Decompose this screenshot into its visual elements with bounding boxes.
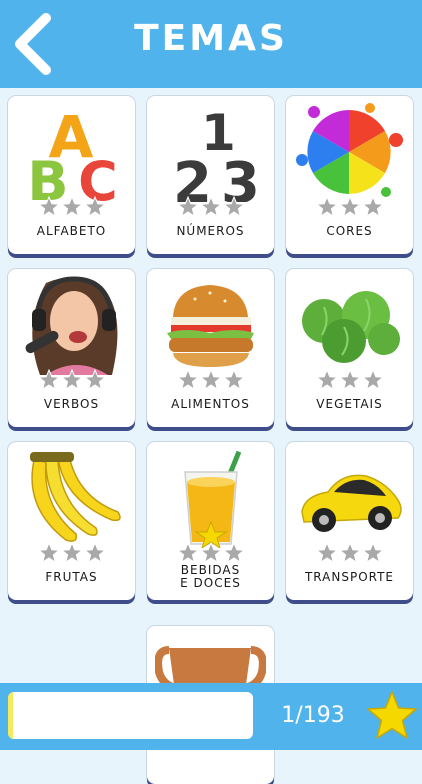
singing-girl-image xyxy=(16,275,127,375)
star-empty-icon xyxy=(176,542,199,564)
star-empty-icon xyxy=(222,369,245,391)
star-rating xyxy=(8,369,135,391)
star-rating xyxy=(286,196,413,218)
juice-glass-image xyxy=(184,450,242,548)
star-empty-icon xyxy=(315,196,338,218)
star-empty-icon xyxy=(361,542,384,564)
star-empty-icon xyxy=(315,542,338,564)
topic-card-numeros[interactable]: 2 1 3 NÚMEROS xyxy=(147,96,274,254)
star-rating xyxy=(8,196,135,218)
topic-label: VERBOS xyxy=(43,397,100,411)
topic-label: CORES xyxy=(326,224,373,238)
star-empty-icon xyxy=(199,542,222,564)
star-icon[interactable] xyxy=(366,690,418,742)
topic-label: VEGETAIS xyxy=(316,397,383,411)
topic-label: TRANSPORTE xyxy=(304,570,395,584)
star-empty-icon xyxy=(83,542,106,564)
color-splash-icon xyxy=(296,103,403,197)
topic-card-bebidas-doces[interactable]: BEBIDAS E DOCES xyxy=(147,442,274,600)
star-rating xyxy=(286,542,413,564)
star-rating xyxy=(286,369,413,391)
star-empty-icon xyxy=(222,196,245,218)
topic-card-alimentos[interactable]: ALIMENTOS xyxy=(147,269,274,427)
svg-text:3: 3 xyxy=(221,151,260,202)
topic-label: NÚMEROS xyxy=(176,224,245,238)
star-rating xyxy=(147,542,274,564)
star-empty-icon xyxy=(199,369,222,391)
star-empty-icon xyxy=(338,196,361,218)
burger-image xyxy=(167,285,254,367)
star-empty-icon xyxy=(315,369,338,391)
star-empty-icon xyxy=(222,542,245,564)
star-rating xyxy=(147,196,274,218)
progress-count: 1/193 xyxy=(281,703,345,728)
star-empty-icon xyxy=(176,369,199,391)
svg-text:B: B xyxy=(27,150,68,202)
star-empty-icon xyxy=(361,369,384,391)
topic-card-alfabeto[interactable]: A B C ALFABETO xyxy=(8,96,135,254)
star-rating xyxy=(8,542,135,564)
numbers-123-icon: 2 1 3 xyxy=(173,104,260,202)
star-empty-icon xyxy=(361,196,384,218)
star-empty-icon xyxy=(338,542,361,564)
topic-card-vegetais[interactable]: VEGETAIS xyxy=(286,269,413,427)
abc-letters-icon: A B C xyxy=(27,103,118,202)
progress-bar xyxy=(8,692,253,739)
star-empty-icon xyxy=(176,196,199,218)
star-empty-icon xyxy=(37,196,60,218)
star-empty-icon xyxy=(60,196,83,218)
star-empty-icon xyxy=(60,369,83,391)
topic-card-verbos[interactable]: VERBOS xyxy=(8,269,135,427)
topic-label: ALFABETO xyxy=(36,224,107,238)
yellow-car-image xyxy=(301,474,402,532)
topic-label: BEBIDAS E DOCES xyxy=(180,563,241,590)
star-empty-icon xyxy=(83,369,106,391)
star-empty-icon xyxy=(338,369,361,391)
topic-label: ALIMENTOS xyxy=(171,397,250,411)
svg-text:C: C xyxy=(78,150,118,202)
topic-card-transporte[interactable]: TRANSPORTE xyxy=(286,442,413,600)
star-empty-icon xyxy=(37,542,60,564)
star-empty-icon xyxy=(60,542,83,564)
cabbage-image xyxy=(302,291,400,363)
progress-fill xyxy=(8,692,13,739)
star-empty-icon xyxy=(199,196,222,218)
bananas-image xyxy=(30,452,121,542)
topic-card-cores[interactable]: CORES xyxy=(286,96,413,254)
star-empty-icon xyxy=(37,369,60,391)
topic-card-frutas[interactable]: FRUTAS xyxy=(8,442,135,600)
topic-label: FRUTAS xyxy=(45,570,98,584)
star-empty-icon xyxy=(83,196,106,218)
star-rating xyxy=(147,369,274,391)
page-title: TEMAS xyxy=(134,18,288,59)
header-bar: TEMAS xyxy=(0,0,422,88)
bottom-bar: 1/193 xyxy=(0,683,422,750)
